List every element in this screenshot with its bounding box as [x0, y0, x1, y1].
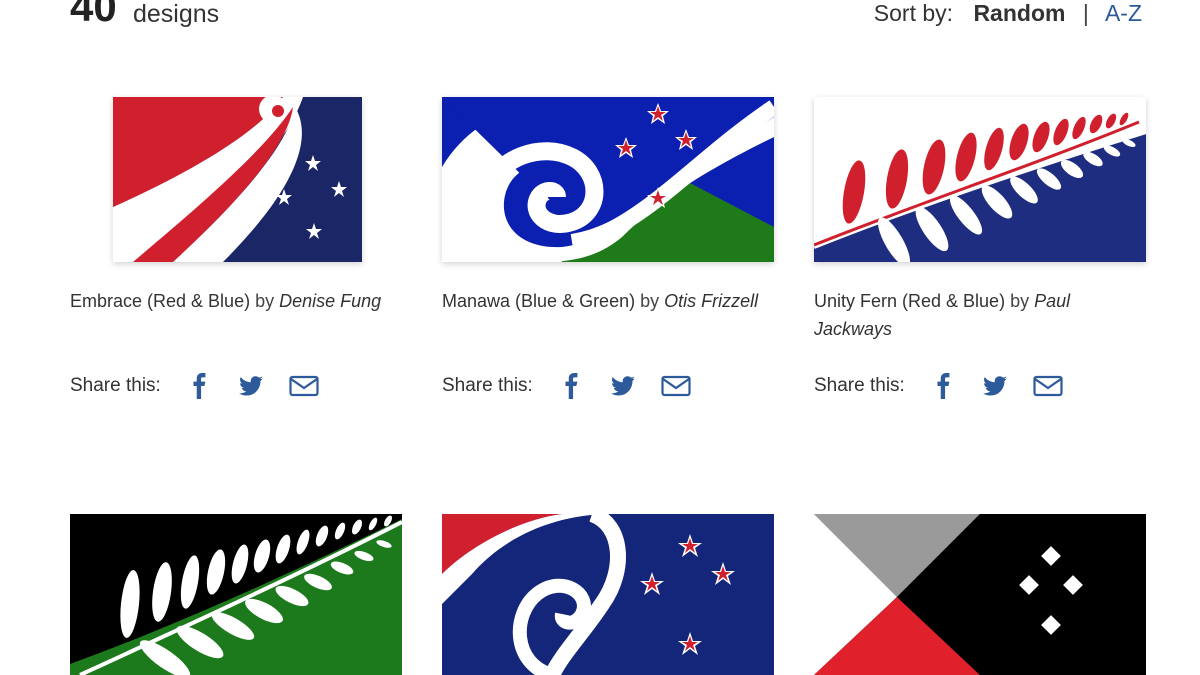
sort-separator: |: [1082, 0, 1089, 26]
facebook-icon[interactable]: [559, 373, 585, 399]
sort-random-option[interactable]: Random: [973, 0, 1065, 26]
design-card: Manawa (Blue & Green) by Otis Frizzell S…: [442, 96, 774, 416]
twitter-icon[interactable]: [238, 373, 264, 399]
flag-image-silver-fern-black-green[interactable]: [70, 514, 402, 675]
sort-label: Sort by:: [873, 0, 954, 26]
koru-flag-graphic: [442, 514, 774, 675]
flag-image-koru-red-blue[interactable]: [442, 514, 774, 675]
design-author: Denise Fung: [279, 291, 382, 311]
sort-az-link[interactable]: A-Z: [1105, 0, 1142, 26]
design-card: Unity Fern (Red & Blue) by Paul Jackways…: [814, 96, 1146, 416]
design-card: [70, 514, 402, 675]
results-header: 40 designs Sort by: Random | A-Z: [0, 0, 1200, 36]
design-card: [442, 514, 774, 675]
design-by: by: [640, 291, 660, 311]
flag-image-geometric[interactable]: [814, 514, 1146, 675]
sort-controls: Sort by: Random | A-Z: [874, 0, 1142, 27]
flag-image-manawa[interactable]: [442, 97, 774, 262]
geometric-flag-graphic: [814, 514, 1146, 675]
silver-fern-flag-graphic: [70, 514, 402, 675]
design-card: Embrace (Red & Blue) by Denise Fung Shar…: [70, 96, 402, 416]
share-label: Share this:: [442, 375, 533, 396]
email-icon[interactable]: [289, 373, 319, 399]
email-icon[interactable]: [661, 373, 691, 399]
design-caption: Embrace (Red & Blue) by Denise Fung: [70, 287, 402, 315]
design-by: by: [1010, 291, 1030, 311]
email-icon[interactable]: [1033, 373, 1063, 399]
embrace-flag-graphic: [113, 97, 362, 262]
share-row: Share this:: [814, 371, 1088, 401]
design-count: 40: [70, 0, 117, 30]
facebook-icon[interactable]: [187, 373, 213, 399]
design-caption: Unity Fern (Red & Blue) by Paul Jackways: [814, 287, 1146, 343]
twitter-icon[interactable]: [610, 373, 636, 399]
design-title[interactable]: Manawa (Blue & Green): [442, 291, 635, 311]
design-title[interactable]: Unity Fern (Red & Blue): [814, 291, 1005, 311]
twitter-icon[interactable]: [982, 373, 1008, 399]
design-title[interactable]: Embrace (Red & Blue): [70, 291, 250, 311]
design-count-label: designs: [133, 0, 220, 28]
design-author: Otis Frizzell: [664, 291, 759, 311]
design-card: [814, 514, 1146, 675]
unity-fern-flag-graphic: [814, 97, 1146, 262]
share-row: Share this:: [442, 371, 716, 401]
share-row: Share this:: [70, 371, 344, 401]
flag-image-embrace[interactable]: [113, 97, 362, 262]
design-by: by: [255, 291, 275, 311]
facebook-icon[interactable]: [931, 373, 957, 399]
flag-image-unity-fern[interactable]: [814, 97, 1146, 262]
share-label: Share this:: [70, 375, 161, 396]
design-caption: Manawa (Blue & Green) by Otis Frizzell: [442, 287, 774, 315]
share-label: Share this:: [814, 375, 905, 396]
manawa-flag-graphic: [442, 97, 774, 262]
